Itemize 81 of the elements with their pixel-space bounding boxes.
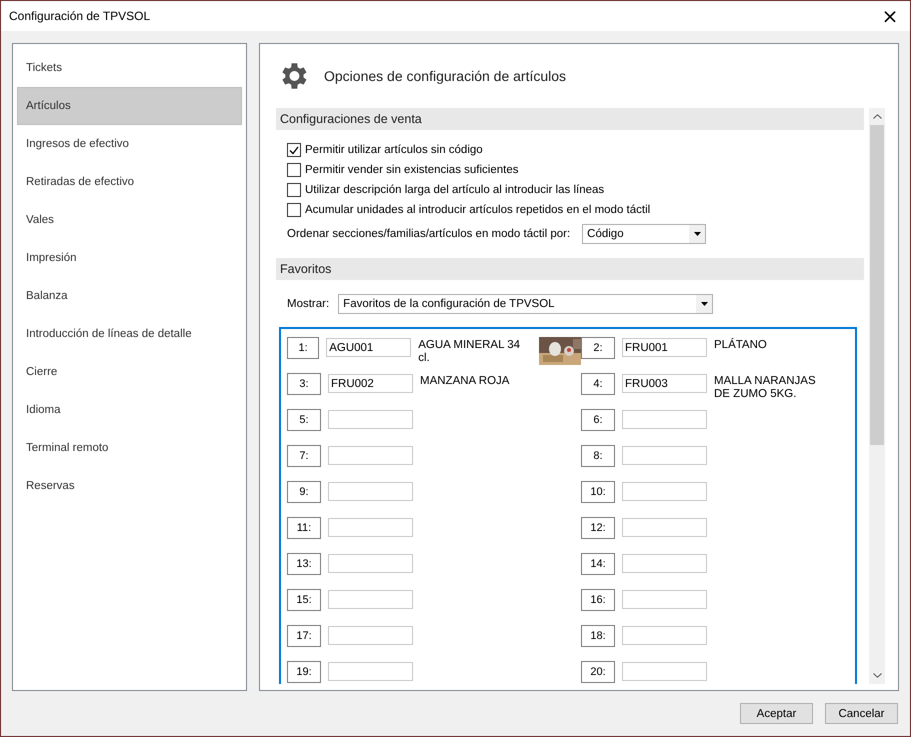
slot-number-button[interactable]: 10: [581,481,615,503]
caret-icon [694,232,701,236]
slot-number-button[interactable]: 5: [287,409,321,431]
slot-number-button[interactable]: 8: [581,445,615,467]
code-field[interactable] [328,446,413,465]
slot-number-button[interactable]: 19: [287,661,321,683]
slot-number-button[interactable]: 17: [287,625,321,647]
code-field[interactable] [328,626,413,645]
slot-number-button[interactable]: 20: [581,661,615,683]
code-field[interactable] [622,518,707,537]
caret-icon [700,302,708,306]
option-label: Permitir vender sin existencias suficientes [305,164,518,176]
slot-number-button[interactable]: 2: [581,337,615,359]
sidebar-item[interactable]: Artículos [17,87,242,125]
code-field[interactable]: FRU003 [622,374,707,393]
sidebar-item[interactable]: Retiradas de efectivo [17,163,242,201]
checkbox[interactable] [287,203,301,217]
section-header: Configuraciones de venta [276,108,864,130]
sidebar-item[interactable]: Cierre [17,353,242,391]
slot-number-button[interactable]: 12: [581,517,615,539]
code-field[interactable] [328,554,413,573]
checkbox[interactable] [287,183,301,197]
sort-dropdown[interactable]: Código [582,224,706,244]
code-field[interactable]: FRU002 [328,374,413,393]
check-icon [289,146,299,154]
code-field[interactable]: AGU001 [326,338,412,357]
sidebar-item[interactable]: Ingresos de efectivo [17,125,242,163]
slot-number-button[interactable]: 6: [581,409,615,431]
code-field[interactable] [622,410,707,429]
sort-label: Ordenar secciones/familias/artículos en modo táctil por: [287,228,570,240]
product-name: MALLA NARANJAS DE ZUMO 5KG. [714,375,817,401]
scroll-down-icon[interactable] [872,673,882,678]
section-header: Favoritos [276,258,864,280]
code-field[interactable] [328,518,413,537]
sidebar-item[interactable]: Introducción de líneas de detalle [17,315,242,353]
product-name: AGUA MINERAL 34 cl. [418,339,522,365]
slot-number-button[interactable]: 11: [287,517,321,539]
checkbox[interactable] [287,143,301,157]
code-field[interactable] [622,662,707,681]
slot-number-button[interactable]: 14: [581,553,615,575]
page-title: Opciones de configuración de artículos [324,68,566,84]
show-label: Mostrar: [287,298,330,310]
sidebar-item[interactable]: Impresión [17,239,242,277]
slot-number-button[interactable]: 9: [287,481,321,503]
product-name: PLÁTANO [714,339,768,352]
code-field[interactable] [328,662,413,681]
scrollbar[interactable] [869,108,885,684]
code-field[interactable] [622,590,707,609]
window-title: Configuración de TPVSOL [9,9,150,23]
code-field[interactable] [328,590,413,609]
sidebar-item[interactable]: Reservas [17,467,242,505]
sidebar-item[interactable]: Vales [17,201,242,239]
option-label: Permitir utilizar artículos sin código [305,144,483,156]
slot-number-button[interactable]: 7: [287,445,321,467]
code-field[interactable] [328,410,413,429]
slot-number-button[interactable]: 4: [581,373,615,395]
slot-number-button[interactable]: 15: [287,589,321,611]
code-field[interactable] [622,446,707,465]
sidebar-item[interactable]: Idioma [17,391,242,429]
dialog-button[interactable]: Cancelar [825,703,898,724]
sidebar-item[interactable]: Balanza [17,277,242,315]
option-label: Acumular unidades al introducir artículos repetidos en el modo táctil [305,204,650,216]
show-dropdown[interactable]: Favoritos de la configuración de TPVSOL [338,294,714,314]
option-label: Utilizar descripción larga del artículo al introducir las líneas [305,184,604,196]
code-field[interactable]: FRU001 [622,338,707,357]
slot-number-button[interactable]: 1: [287,337,320,359]
sidebar-item[interactable]: Terminal remoto [17,429,242,467]
close-button[interactable]: × [870,1,910,31]
product-name: MANZANA ROJA [420,375,510,388]
code-field[interactable] [328,482,413,501]
slot-number-button[interactable]: 3: [287,373,321,395]
slot-number-button[interactable]: 16: [581,589,615,611]
sidebar-item[interactable]: Tickets [17,49,242,87]
code-field[interactable] [622,626,707,645]
dialog-button[interactable]: Aceptar [740,703,813,724]
scroll-up-icon[interactable] [872,114,882,119]
slot-number-button[interactable]: 13: [287,553,321,575]
code-field[interactable] [622,554,707,573]
checkbox[interactable] [287,163,301,177]
slot-number-button[interactable]: 18: [581,625,615,647]
code-field[interactable] [622,482,707,501]
